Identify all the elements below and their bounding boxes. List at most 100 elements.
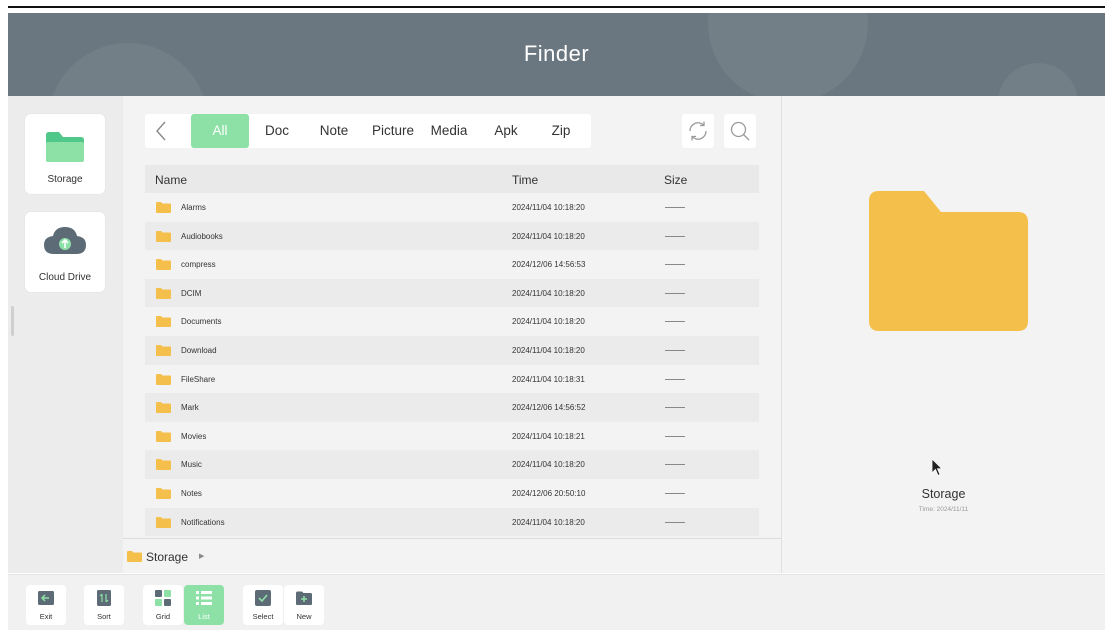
folder-preview-icon (869, 191, 1028, 331)
tab-note[interactable]: Note (312, 114, 356, 148)
folder-icon (156, 259, 171, 271)
table-row[interactable]: FileShare 2024/11/04 10:18:31 (145, 365, 759, 394)
file-time: 2024/12/06 14:56:52 (512, 403, 586, 413)
breadcrumb-item-storage[interactable]: Storage (146, 550, 188, 564)
file-time: 2024/11/04 10:18:21 (512, 431, 585, 441)
new-folder-button[interactable]: New (284, 585, 324, 625)
table-row[interactable]: Notes 2024/12/06 20:50:10 (145, 479, 759, 508)
table-row[interactable]: Mark 2024/12/06 14:56:52 (145, 393, 759, 422)
file-name: Mark (181, 403, 199, 413)
file-size-empty (665, 493, 685, 494)
file-size-empty (665, 378, 685, 380)
bottom-toolbar: Exit Sort Grid List Select New (8, 574, 1105, 630)
tab-doc[interactable]: Doc (255, 114, 299, 148)
list-view-button[interactable]: List (184, 585, 224, 625)
folder-icon (156, 459, 171, 471)
checkbox-icon (255, 590, 271, 606)
cloud-upload-icon (44, 227, 86, 254)
column-header-time[interactable]: Time (512, 173, 538, 187)
tab-apk[interactable]: Apk (486, 114, 526, 148)
folder-icon (156, 345, 171, 356)
folder-icon (156, 287, 171, 299)
tab-all[interactable]: All (191, 114, 249, 148)
table-header: Name Time Size (145, 165, 759, 193)
file-size-empty (665, 292, 685, 294)
preview-name: Storage (921, 487, 966, 501)
table-row[interactable]: DCIM 2024/11/04 10:18:20 (145, 278, 759, 308)
table-row[interactable]: Notifications 2024/11/04 10:18:20 (145, 507, 759, 537)
file-size-empty (665, 235, 685, 237)
app-title: Finder (523, 41, 590, 66)
exit-label: Exit (39, 612, 53, 621)
file-name: Download (181, 346, 217, 355)
file-size-empty (665, 435, 685, 437)
grid-icon (155, 590, 171, 606)
table-row[interactable]: Alarms 2024/11/04 10:18:20 (145, 193, 759, 222)
list-icon (196, 591, 212, 605)
file-time: 2024/11/04 10:18:20 (512, 317, 585, 327)
column-header-size[interactable]: Size (664, 173, 687, 187)
file-name: Audiobooks (181, 231, 223, 241)
file-time: 2024/11/04 10:18:20 (512, 288, 585, 298)
mouse-pointer-icon (932, 459, 943, 477)
sort-icon (97, 590, 111, 606)
folder-icon (46, 132, 84, 162)
back-button[interactable] (145, 114, 177, 148)
caret-right-icon: ▶ (199, 553, 205, 560)
folder-icon (127, 551, 142, 562)
file-size-empty (665, 407, 685, 409)
table-row[interactable]: Movies 2024/11/04 10:18:21 (145, 422, 759, 451)
search-icon (730, 121, 750, 141)
table-row[interactable]: compress 2024/12/06 14:56:53 (145, 250, 759, 279)
file-table: Name Time Size Alarms 2024/11/04 10:18:20… (145, 165, 759, 537)
file-size-empty (665, 350, 685, 351)
folder-icon (156, 402, 171, 414)
preview-pane: Storage Time: 2024/11/11 (781, 96, 1105, 573)
sidebar: Storage Cloud Drive (8, 96, 123, 573)
new-folder-icon (296, 591, 312, 605)
column-header-name[interactable]: Name (155, 173, 187, 187)
select-label: Select (252, 612, 274, 621)
list-label: List (198, 612, 210, 621)
tab-picture[interactable]: Picture (368, 114, 418, 148)
title-bar: Finder (8, 13, 1105, 96)
tab-media[interactable]: Media (426, 114, 472, 148)
sort-button[interactable]: Sort (84, 585, 124, 625)
sidebar-item-cloud-drive[interactable]: Cloud Drive (25, 212, 105, 292)
table-row[interactable]: Documents 2024/11/04 10:18:20 (145, 307, 759, 336)
grid-view-button[interactable]: Grid (143, 585, 183, 625)
refresh-button[interactable] (682, 114, 714, 148)
tab-zip[interactable]: Zip (541, 114, 581, 148)
preview-time: Time: 2024/11/11 (918, 506, 969, 513)
folder-icon (156, 430, 171, 442)
sidebar-resize-handle[interactable] (11, 306, 14, 336)
file-name: Notes (181, 489, 202, 498)
sort-label: Sort (97, 612, 111, 621)
file-size-empty (665, 264, 685, 266)
file-size-empty (665, 521, 685, 523)
file-time: 2024/11/04 10:18:20 (512, 517, 585, 527)
table-row[interactable]: Music 2024/11/04 10:18:20 (145, 450, 759, 479)
folder-icon (156, 516, 171, 528)
folder-icon (156, 373, 171, 385)
folder-icon (156, 202, 171, 213)
table-row[interactable]: Download 2024/11/04 10:18:20 (145, 336, 759, 365)
file-time: 2024/12/06 20:50:10 (512, 489, 586, 498)
header-decoration (998, 63, 1078, 96)
select-button[interactable]: Select (243, 585, 283, 625)
table-row[interactable]: Audiobooks 2024/11/04 10:18:20 (145, 221, 759, 251)
new-label: New (296, 612, 312, 621)
file-time: 2024/11/04 10:18:20 (512, 346, 585, 355)
exit-icon (38, 591, 54, 605)
file-name: compress (181, 260, 216, 270)
folder-icon (156, 230, 171, 242)
file-browser: All Doc Note Picture Media Apk Zip Name … (123, 96, 781, 573)
exit-button[interactable]: Exit (26, 585, 66, 625)
search-button[interactable] (724, 114, 756, 148)
file-name: Movies (181, 431, 207, 441)
sidebar-item-label: Cloud Drive (38, 272, 92, 283)
sidebar-item-storage[interactable]: Storage (25, 114, 105, 194)
grid-label: Grid (155, 612, 171, 621)
file-name: Alarms (181, 203, 206, 212)
file-size-empty (665, 321, 685, 323)
